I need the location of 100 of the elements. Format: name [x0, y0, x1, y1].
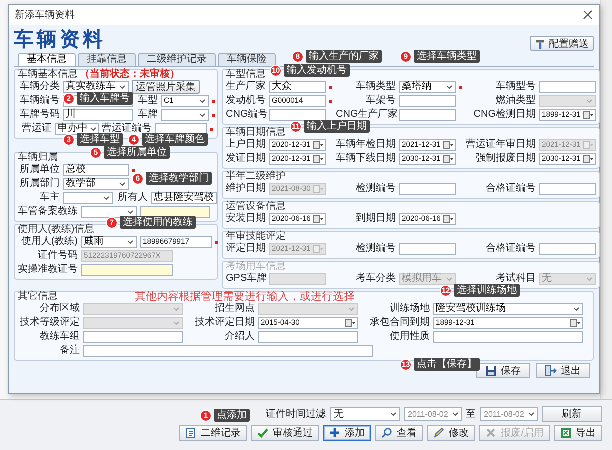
field-label: 营运证年审日期 — [466, 139, 536, 151]
toolbar-button[interactable]: 审核通过 — [251, 425, 320, 441]
toolbar-button[interactable]: 导出 — [554, 425, 602, 441]
config-button[interactable]: 配置赠送 — [530, 36, 594, 51]
calendar-icon[interactable] — [583, 154, 594, 164]
field-label: GPS车牌 — [226, 273, 266, 285]
toolbar-button[interactable]: 二维记录 — [179, 425, 248, 441]
document-icon — [185, 427, 198, 439]
field-label: 合格证编号 — [485, 183, 536, 195]
filter-label: 证件时间过滤 — [266, 408, 326, 421]
callout-tooltip: 选择训练场地 — [454, 284, 520, 297]
calendar-icon[interactable] — [313, 140, 324, 150]
field-label: 车辆年检日期 — [336, 139, 396, 151]
text-field[interactable] — [269, 109, 326, 121]
callout-tooltip: 选择教学部门 — [146, 172, 212, 185]
toolbar-button[interactable]: 查看 — [375, 425, 424, 441]
field-label: 评定日期 — [226, 243, 266, 255]
refresh-button[interactable]: 刷新 — [542, 406, 602, 422]
tab[interactable]: 挂靠信息 — [78, 53, 136, 66]
callout-tooltip: 选择所属单位 — [104, 146, 170, 159]
text-field[interactable] — [399, 183, 456, 195]
text-field[interactable] — [433, 331, 583, 343]
text-field[interactable] — [258, 331, 358, 343]
dropdown[interactable]: 申办中 — [55, 123, 99, 135]
text-field[interactable] — [539, 183, 596, 195]
text-field[interactable] — [539, 243, 596, 255]
text-field[interactable]: 忠县隆安驾校 — [151, 192, 217, 204]
tab[interactable]: 基本信息 — [18, 53, 76, 66]
calendar-icon[interactable] — [443, 140, 454, 150]
field-label: 车辆编号 — [19, 95, 60, 107]
callout-tooltip: 输入生产的厂家 — [306, 50, 382, 63]
tab[interactable]: 车辆保险 — [218, 53, 276, 66]
text-field[interactable] — [81, 264, 173, 276]
calendar-icon[interactable] — [313, 214, 324, 224]
text-field[interactable] — [399, 95, 456, 107]
section-title: 年审技能评定 — [226, 232, 286, 242]
calendar-icon[interactable] — [570, 318, 581, 328]
dropdown[interactable]: 隆安驾校训练场 — [433, 303, 583, 315]
text-field[interactable]: 川 — [63, 109, 133, 121]
callout-tooltip: 选择车辆类型 — [414, 50, 480, 63]
field-label: 证件号码 — [37, 250, 78, 262]
section-title: 车辆归属 — [18, 153, 58, 163]
calendar-icon[interactable] — [313, 154, 324, 164]
toolbar-button[interactable]: 添加 — [323, 425, 372, 441]
scrollbar[interactable] — [600, 0, 612, 399]
field-label: 招生网点 — [214, 303, 255, 315]
toolbar-button[interactable]: 修改 — [427, 425, 476, 441]
section-title: 车辆日期信息 — [226, 128, 286, 138]
field-label: 使用人(教练) — [20, 236, 78, 248]
callout-tooltip: 选择车牌颜色 — [142, 133, 208, 146]
date-field[interactable]: 2011-08-02 — [404, 407, 462, 421]
text-field[interactable] — [539, 81, 596, 93]
text-field[interactable] — [399, 243, 456, 255]
field-label: 实操准教证号 — [18, 264, 78, 276]
plus-icon — [329, 427, 342, 439]
field-label: 分布区域 — [39, 303, 80, 315]
dropdown[interactable]: 教学部 — [63, 178, 129, 190]
page-heading: 车辆资料 — [14, 27, 106, 51]
dropdown[interactable]: 真实教练车 — [63, 81, 129, 93]
section-title: 车辆基本信息 — [18, 70, 78, 80]
calendar-icon[interactable] — [443, 154, 454, 164]
close-icon[interactable] — [583, 10, 593, 20]
section-title: 使用人(教练)信息 — [18, 225, 95, 235]
cross-icon — [485, 427, 498, 439]
save-button[interactable]: 保存 — [476, 363, 530, 378]
calendar-icon[interactable] — [345, 318, 356, 328]
instruction-text: 其他内容根据管理需要进行输入，或进行选择 — [135, 292, 355, 303]
text-field[interactable] — [399, 109, 456, 121]
separator-text: 至 — [466, 408, 476, 421]
field-label: 考车分类 — [355, 273, 396, 285]
calendar-icon[interactable] — [583, 110, 594, 120]
section-title: 考场用车信息 — [226, 262, 286, 272]
date-field[interactable]: 2011-08-02 — [480, 407, 538, 421]
field-label: 承包合同到期 — [369, 317, 430, 329]
callout-tooltip: 点添加 — [214, 409, 250, 422]
field-label: 车牌 — [137, 109, 158, 121]
dropdown[interactable]: 桑塔纳 — [399, 81, 456, 93]
field-label: 车辆下线日期 — [336, 153, 396, 165]
calendar-icon[interactable] — [443, 214, 454, 224]
dropdown[interactable] — [81, 206, 137, 218]
field-label: 营运证编号 — [102, 123, 152, 134]
field-label: 检测编号 — [355, 183, 396, 195]
tab[interactable]: 二级维护记录 — [138, 53, 216, 66]
field-label: 备注 — [59, 345, 80, 357]
field-label: 发证日期 — [226, 153, 266, 165]
field-label: 车辆分类 — [19, 81, 60, 93]
exit-button[interactable]: 退出 — [536, 363, 590, 378]
field-label: CNG编号 — [226, 109, 266, 121]
action-button[interactable]: 运管照片采集 — [132, 80, 200, 94]
field-label: 安装日期 — [226, 213, 266, 225]
field-label: 检测编号 — [355, 243, 396, 255]
callout-tooltip: 输入上户日期 — [304, 120, 370, 133]
field-label: 所属单位 — [19, 164, 60, 176]
text-field[interactable] — [83, 345, 373, 357]
dropdown[interactable]: 无 — [330, 407, 400, 421]
dropdown[interactable]: 戚雨 — [81, 236, 137, 248]
text-field[interactable]: 总校 — [63, 164, 129, 176]
text-field[interactable] — [83, 331, 183, 343]
text-field[interactable]: 大众 — [269, 81, 326, 93]
floppy-icon — [485, 364, 497, 376]
